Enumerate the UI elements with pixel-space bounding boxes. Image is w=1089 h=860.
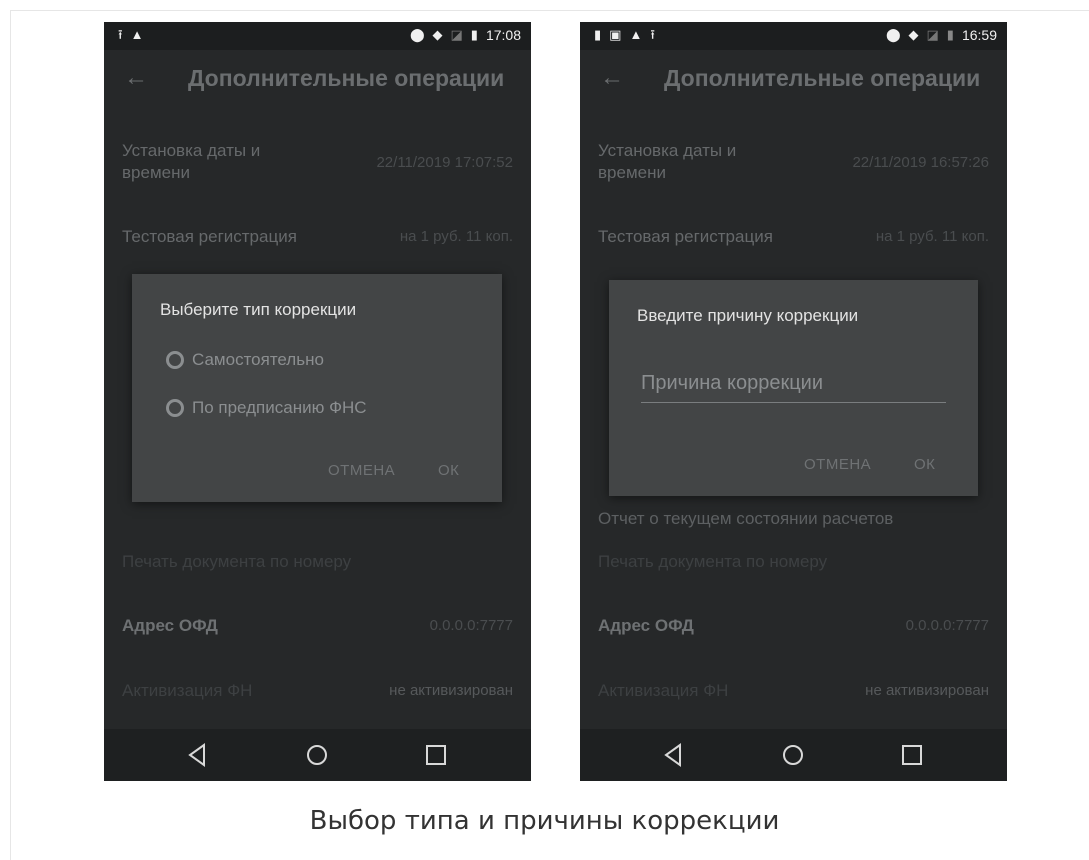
list-item-value: 22/11/2019 16:57:26 xyxy=(852,154,989,171)
cancel-button[interactable]: ОТМЕНА xyxy=(328,462,395,479)
nav-home-icon[interactable] xyxy=(303,741,331,769)
list-item-label: Тестовая регистрация xyxy=(598,227,773,246)
wifi-icon: ◆ xyxy=(432,27,443,42)
nav-recent-apps-icon[interactable] xyxy=(898,741,926,769)
list-item-value: 22/11/2019 17:07:52 xyxy=(376,154,513,171)
list-item-value: на 1 руб. 11 коп. xyxy=(399,228,513,245)
right-phone-screenshot: ▮ ▣ ▲ ⭱ ⬤ ◆ ◪ ▮ 16:59 ← Дополнительные о… xyxy=(580,22,1007,781)
status-bar: ⭱ ▲ ⬤ ◆ ◪ ▮ 17:08 xyxy=(104,22,531,50)
nav-home-icon[interactable] xyxy=(779,741,807,769)
android-icon: ▲ xyxy=(629,27,643,42)
page-title: Дополнительные операции xyxy=(664,65,981,91)
list-item-value: не активизирован xyxy=(389,682,513,699)
upload-icon: ⭱ xyxy=(118,27,123,42)
location-icon: ⬤ xyxy=(885,27,901,42)
android-icon: ▲ xyxy=(130,27,144,42)
upload-icon: ⭱ xyxy=(650,27,655,42)
figure-caption: Выбор типа и причины коррекции xyxy=(309,806,780,836)
app-bar: ← Дополнительные операции xyxy=(580,50,1007,108)
nav-recent-apps-icon[interactable] xyxy=(422,741,450,769)
list-item-test-registration[interactable]: Тестовая регистрация на 1 руб. 11 коп. xyxy=(598,226,989,252)
page-title: Дополнительные операции xyxy=(188,65,505,91)
navigation-bar xyxy=(104,729,531,781)
nav-back-icon[interactable] xyxy=(184,741,212,769)
radio-option-fns[interactable]: По предписанию ФНС xyxy=(166,398,367,418)
list-item-value: 0.0.0.0:7777 xyxy=(905,617,989,634)
navigation-bar xyxy=(580,729,1007,781)
image-icon: ▣ xyxy=(609,27,622,42)
battery-charging-icon: ▮ xyxy=(470,27,478,42)
list-item-label: Активизация ФН xyxy=(122,681,253,700)
status-time: 16:59 xyxy=(961,27,997,43)
back-arrow-icon[interactable]: ← xyxy=(124,64,148,92)
list-item-fn-activation[interactable]: Активизация ФН не активизирован xyxy=(598,680,989,706)
list-item-print-document[interactable]: Печать документа по номеру xyxy=(598,551,989,577)
list-item-label: Отчет о текущем состоянии расчетов xyxy=(598,509,894,528)
list-item-print-document[interactable]: Печать документа по номеру xyxy=(122,551,513,577)
list-item-settlement-report[interactable]: Отчет о текущем состоянии расчетов xyxy=(598,508,989,534)
list-item-label: Печать документа по номеру xyxy=(122,552,352,571)
list-item-date-time[interactable]: Установка даты и времени 22/11/2019 16:5… xyxy=(598,140,989,190)
wifi-icon: ◆ xyxy=(908,27,919,42)
list-item-label: Тестовая регистрация xyxy=(122,227,297,246)
list-item-label: Печать документа по номеру xyxy=(598,552,828,571)
list-item-value: на 1 руб. 11 коп. xyxy=(875,228,989,245)
list-item-fn-activation[interactable]: Активизация ФН не активизирован xyxy=(122,680,513,706)
dialog-title: Введите причину коррекции xyxy=(637,306,859,325)
list-item-test-registration[interactable]: Тестовая регистрация на 1 руб. 11 коп. xyxy=(122,226,513,252)
cancel-button[interactable]: ОТМЕНА xyxy=(804,456,871,473)
back-arrow-icon[interactable]: ← xyxy=(600,64,624,92)
list-item-label: Адрес ОФД xyxy=(122,616,218,635)
nav-back-icon[interactable] xyxy=(660,741,688,769)
list-item-value: 0.0.0.0:7777 xyxy=(429,617,513,634)
ok-button[interactable]: ОК xyxy=(914,456,935,473)
sim-icon: ▮ xyxy=(594,27,602,42)
radio-button-icon[interactable] xyxy=(166,399,184,417)
no-sim-icon: ◪ xyxy=(926,27,939,42)
list-item-label: Установка даты и времени xyxy=(122,141,261,182)
left-phone-screenshot: ⭱ ▲ ⬤ ◆ ◪ ▮ 17:08 ← Дополнительные опера… xyxy=(104,22,531,781)
battery-icon: ▮ xyxy=(946,27,954,42)
radio-option-self[interactable]: Самостоятельно xyxy=(166,350,324,370)
radio-option-label: По предписанию ФНС xyxy=(192,398,367,417)
dialog-title: Выберите тип коррекции xyxy=(160,300,357,319)
no-sim-icon: ◪ xyxy=(450,27,463,42)
list-item-label: Активизация ФН xyxy=(598,681,729,700)
list-item-ofd-address[interactable]: Адрес ОФД 0.0.0.0:7777 xyxy=(122,615,513,641)
list-item-label: Установка даты и времени xyxy=(598,141,737,182)
location-icon: ⬤ xyxy=(409,27,425,42)
correction-type-dialog: Выберите тип коррекции Самостоятельно По… xyxy=(132,274,502,502)
app-bar: ← Дополнительные операции xyxy=(104,50,531,108)
correction-reason-dialog: Введите причину коррекции Причина коррек… xyxy=(609,280,978,496)
radio-button-icon[interactable] xyxy=(166,351,184,369)
status-time: 17:08 xyxy=(485,27,521,43)
ok-button[interactable]: ОК xyxy=(438,462,459,479)
list-item-label: Адрес ОФД xyxy=(598,616,694,635)
list-item-ofd-address[interactable]: Адрес ОФД 0.0.0.0:7777 xyxy=(598,615,989,641)
status-bar: ▮ ▣ ▲ ⭱ ⬤ ◆ ◪ ▮ 16:59 xyxy=(580,22,1007,50)
radio-option-label: Самостоятельно xyxy=(192,350,324,369)
list-item-value: не активизирован xyxy=(865,682,989,699)
list-item-date-time[interactable]: Установка даты и времени 22/11/2019 17:0… xyxy=(122,140,513,190)
correction-reason-input[interactable]: Причина коррекции xyxy=(641,372,946,403)
